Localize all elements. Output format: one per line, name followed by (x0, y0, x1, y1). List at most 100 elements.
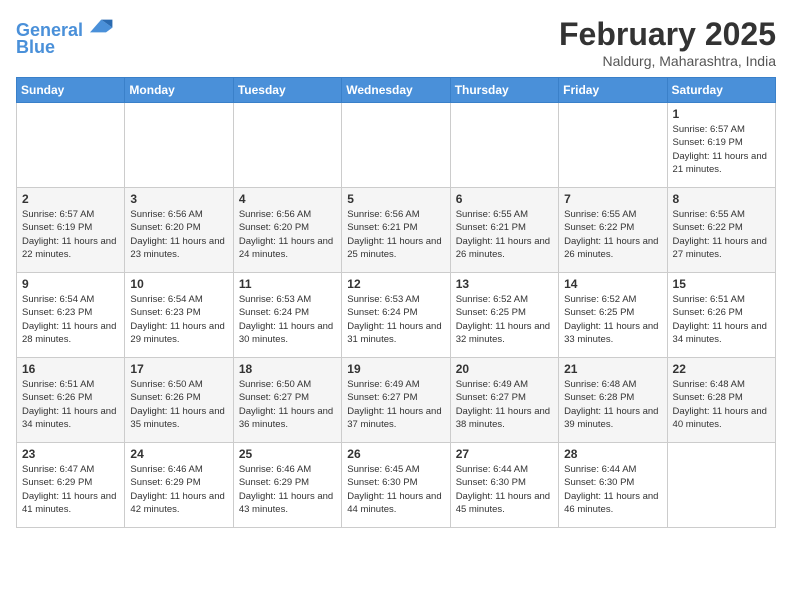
month-title: February 2025 (559, 16, 776, 53)
day-number: 17 (130, 362, 227, 376)
day-number: 7 (564, 192, 661, 206)
day-info: Sunrise: 6:44 AMSunset: 6:30 PMDaylight:… (456, 463, 553, 516)
logo-icon (90, 16, 114, 36)
day-number: 3 (130, 192, 227, 206)
weekday-friday: Friday (559, 78, 667, 103)
day-number: 18 (239, 362, 336, 376)
day-cell: 20 Sunrise: 6:49 AMSunset: 6:27 PMDaylig… (450, 358, 558, 443)
day-info: Sunrise: 6:48 AMSunset: 6:28 PMDaylight:… (673, 378, 770, 431)
day-cell: 8 Sunrise: 6:55 AMSunset: 6:22 PMDayligh… (667, 188, 775, 273)
day-cell (559, 103, 667, 188)
day-info: Sunrise: 6:52 AMSunset: 6:25 PMDaylight:… (456, 293, 553, 346)
day-cell: 18 Sunrise: 6:50 AMSunset: 6:27 PMDaylig… (233, 358, 341, 443)
title-area: February 2025 Naldurg, Maharashtra, Indi… (559, 16, 776, 69)
day-info: Sunrise: 6:54 AMSunset: 6:23 PMDaylight:… (22, 293, 119, 346)
day-cell: 2 Sunrise: 6:57 AMSunset: 6:19 PMDayligh… (17, 188, 125, 273)
day-cell: 11 Sunrise: 6:53 AMSunset: 6:24 PMDaylig… (233, 273, 341, 358)
day-info: Sunrise: 6:47 AMSunset: 6:29 PMDaylight:… (22, 463, 119, 516)
day-info: Sunrise: 6:52 AMSunset: 6:25 PMDaylight:… (564, 293, 661, 346)
weekday-sunday: Sunday (17, 78, 125, 103)
day-number: 25 (239, 447, 336, 461)
day-info: Sunrise: 6:51 AMSunset: 6:26 PMDaylight:… (673, 293, 770, 346)
weekday-thursday: Thursday (450, 78, 558, 103)
location: Naldurg, Maharashtra, India (559, 53, 776, 69)
day-number: 12 (347, 277, 444, 291)
day-number: 11 (239, 277, 336, 291)
day-info: Sunrise: 6:57 AMSunset: 6:19 PMDaylight:… (673, 123, 770, 176)
day-info: Sunrise: 6:51 AMSunset: 6:26 PMDaylight:… (22, 378, 119, 431)
calendar-table: SundayMondayTuesdayWednesdayThursdayFrid… (16, 77, 776, 528)
week-row-2: 2 Sunrise: 6:57 AMSunset: 6:19 PMDayligh… (17, 188, 776, 273)
day-info: Sunrise: 6:56 AMSunset: 6:20 PMDaylight:… (239, 208, 336, 261)
day-cell: 16 Sunrise: 6:51 AMSunset: 6:26 PMDaylig… (17, 358, 125, 443)
day-number: 28 (564, 447, 661, 461)
day-cell: 1 Sunrise: 6:57 AMSunset: 6:19 PMDayligh… (667, 103, 775, 188)
week-row-3: 9 Sunrise: 6:54 AMSunset: 6:23 PMDayligh… (17, 273, 776, 358)
day-cell: 21 Sunrise: 6:48 AMSunset: 6:28 PMDaylig… (559, 358, 667, 443)
day-cell: 22 Sunrise: 6:48 AMSunset: 6:28 PMDaylig… (667, 358, 775, 443)
day-info: Sunrise: 6:54 AMSunset: 6:23 PMDaylight:… (130, 293, 227, 346)
day-number: 13 (456, 277, 553, 291)
day-cell: 10 Sunrise: 6:54 AMSunset: 6:23 PMDaylig… (125, 273, 233, 358)
page-header: General Blue February 2025 Naldurg, Maha… (16, 16, 776, 69)
day-info: Sunrise: 6:55 AMSunset: 6:22 PMDaylight:… (673, 208, 770, 261)
day-info: Sunrise: 6:50 AMSunset: 6:27 PMDaylight:… (239, 378, 336, 431)
day-cell: 12 Sunrise: 6:53 AMSunset: 6:24 PMDaylig… (342, 273, 450, 358)
day-number: 24 (130, 447, 227, 461)
day-info: Sunrise: 6:49 AMSunset: 6:27 PMDaylight:… (456, 378, 553, 431)
day-info: Sunrise: 6:45 AMSunset: 6:30 PMDaylight:… (347, 463, 444, 516)
day-cell: 3 Sunrise: 6:56 AMSunset: 6:20 PMDayligh… (125, 188, 233, 273)
day-cell: 23 Sunrise: 6:47 AMSunset: 6:29 PMDaylig… (17, 443, 125, 528)
day-info: Sunrise: 6:44 AMSunset: 6:30 PMDaylight:… (564, 463, 661, 516)
logo: General Blue (16, 16, 114, 58)
day-info: Sunrise: 6:55 AMSunset: 6:21 PMDaylight:… (456, 208, 553, 261)
day-info: Sunrise: 6:49 AMSunset: 6:27 PMDaylight:… (347, 378, 444, 431)
day-number: 5 (347, 192, 444, 206)
day-number: 15 (673, 277, 770, 291)
day-cell (667, 443, 775, 528)
weekday-monday: Monday (125, 78, 233, 103)
day-cell: 24 Sunrise: 6:46 AMSunset: 6:29 PMDaylig… (125, 443, 233, 528)
day-cell: 27 Sunrise: 6:44 AMSunset: 6:30 PMDaylig… (450, 443, 558, 528)
week-row-4: 16 Sunrise: 6:51 AMSunset: 6:26 PMDaylig… (17, 358, 776, 443)
day-info: Sunrise: 6:46 AMSunset: 6:29 PMDaylight:… (130, 463, 227, 516)
day-cell (342, 103, 450, 188)
day-cell: 7 Sunrise: 6:55 AMSunset: 6:22 PMDayligh… (559, 188, 667, 273)
day-cell: 26 Sunrise: 6:45 AMSunset: 6:30 PMDaylig… (342, 443, 450, 528)
day-info: Sunrise: 6:56 AMSunset: 6:21 PMDaylight:… (347, 208, 444, 261)
day-number: 1 (673, 107, 770, 121)
day-cell: 15 Sunrise: 6:51 AMSunset: 6:26 PMDaylig… (667, 273, 775, 358)
day-info: Sunrise: 6:50 AMSunset: 6:26 PMDaylight:… (130, 378, 227, 431)
day-cell: 9 Sunrise: 6:54 AMSunset: 6:23 PMDayligh… (17, 273, 125, 358)
day-cell (125, 103, 233, 188)
day-cell: 4 Sunrise: 6:56 AMSunset: 6:20 PMDayligh… (233, 188, 341, 273)
day-number: 10 (130, 277, 227, 291)
day-number: 6 (456, 192, 553, 206)
day-info: Sunrise: 6:46 AMSunset: 6:29 PMDaylight:… (239, 463, 336, 516)
weekday-tuesday: Tuesday (233, 78, 341, 103)
weekday-saturday: Saturday (667, 78, 775, 103)
day-cell: 13 Sunrise: 6:52 AMSunset: 6:25 PMDaylig… (450, 273, 558, 358)
day-cell: 17 Sunrise: 6:50 AMSunset: 6:26 PMDaylig… (125, 358, 233, 443)
day-info: Sunrise: 6:48 AMSunset: 6:28 PMDaylight:… (564, 378, 661, 431)
day-number: 23 (22, 447, 119, 461)
day-number: 19 (347, 362, 444, 376)
day-cell (233, 103, 341, 188)
day-number: 21 (564, 362, 661, 376)
day-number: 14 (564, 277, 661, 291)
day-cell: 19 Sunrise: 6:49 AMSunset: 6:27 PMDaylig… (342, 358, 450, 443)
day-info: Sunrise: 6:57 AMSunset: 6:19 PMDaylight:… (22, 208, 119, 261)
week-row-1: 1 Sunrise: 6:57 AMSunset: 6:19 PMDayligh… (17, 103, 776, 188)
day-cell: 6 Sunrise: 6:55 AMSunset: 6:21 PMDayligh… (450, 188, 558, 273)
day-number: 20 (456, 362, 553, 376)
day-number: 4 (239, 192, 336, 206)
day-info: Sunrise: 6:53 AMSunset: 6:24 PMDaylight:… (347, 293, 444, 346)
day-number: 2 (22, 192, 119, 206)
day-number: 26 (347, 447, 444, 461)
day-cell: 14 Sunrise: 6:52 AMSunset: 6:25 PMDaylig… (559, 273, 667, 358)
day-cell (450, 103, 558, 188)
day-number: 22 (673, 362, 770, 376)
day-cell: 5 Sunrise: 6:56 AMSunset: 6:21 PMDayligh… (342, 188, 450, 273)
week-row-5: 23 Sunrise: 6:47 AMSunset: 6:29 PMDaylig… (17, 443, 776, 528)
day-number: 27 (456, 447, 553, 461)
